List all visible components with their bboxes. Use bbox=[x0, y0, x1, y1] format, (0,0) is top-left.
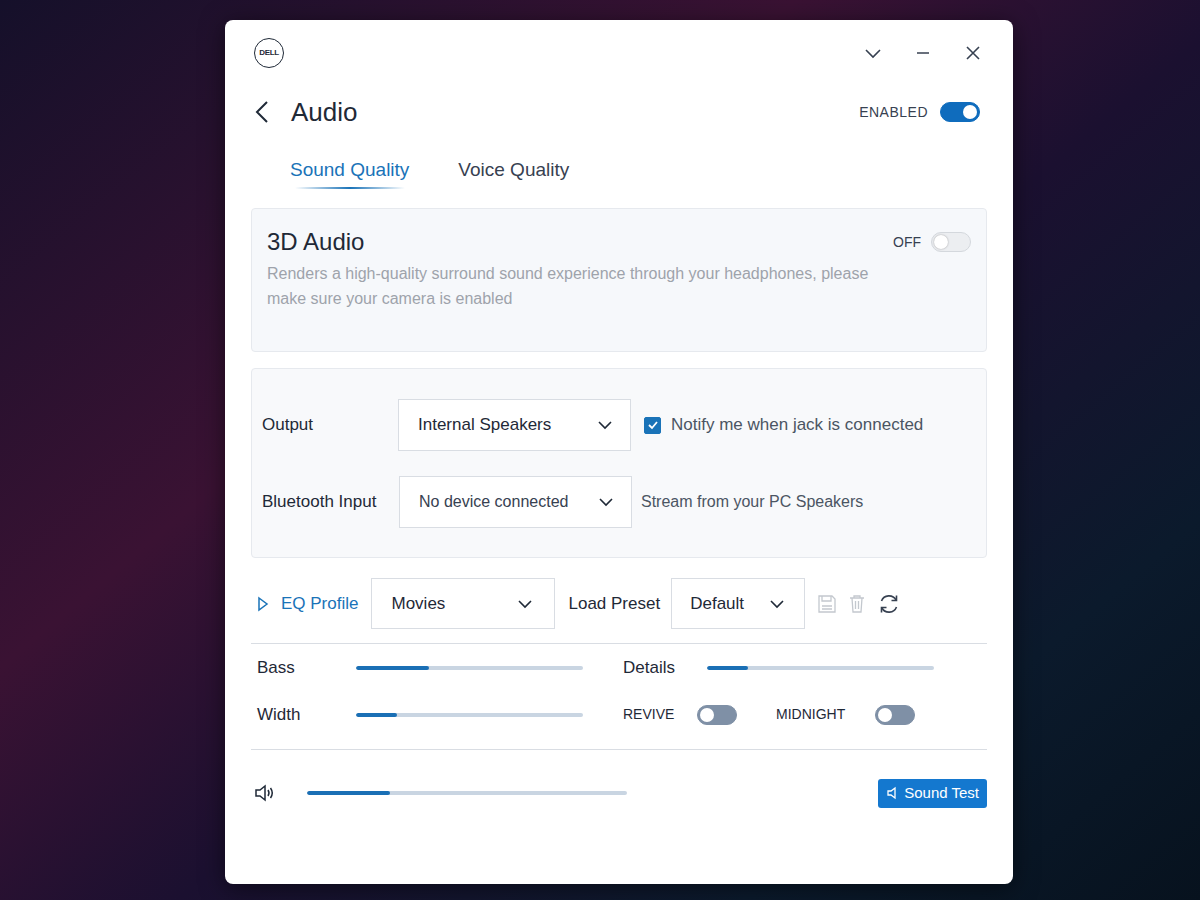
close-icon[interactable] bbox=[963, 43, 983, 63]
chevron-down-icon bbox=[596, 416, 614, 434]
slider-fill bbox=[356, 666, 429, 670]
audio-3d-card: 3D Audio Renders a high-quality surround… bbox=[251, 208, 987, 352]
output-label: Output bbox=[262, 412, 398, 438]
bluetooth-label: Bluetooth Input bbox=[262, 489, 399, 515]
width-slider[interactable] bbox=[356, 713, 583, 717]
toggle-row: REVIVE MIDNIGHT bbox=[623, 691, 987, 738]
eq-profile-dropdown[interactable]: Movies bbox=[371, 578, 555, 629]
chevron-down-icon bbox=[597, 493, 615, 511]
page-title: Audio bbox=[291, 93, 358, 132]
enabled-label: ENABLED bbox=[859, 102, 928, 123]
preset-dropdown[interactable]: Default bbox=[671, 578, 805, 629]
bluetooth-hint: Stream from your PC Speakers bbox=[641, 490, 863, 514]
bluetooth-row: Bluetooth Input No device connected Stre… bbox=[262, 476, 986, 528]
bluetooth-dropdown[interactable]: No device connected bbox=[399, 476, 632, 528]
audio-3d-description: Renders a high-quality surround sound ex… bbox=[267, 261, 887, 311]
notify-label: Notify me when jack is connected bbox=[671, 412, 923, 438]
sound-test-button[interactable]: Sound Test bbox=[878, 779, 987, 808]
details-slider[interactable] bbox=[707, 666, 934, 670]
check-icon bbox=[647, 419, 659, 431]
refresh-icon[interactable] bbox=[877, 592, 901, 616]
expand-triangle-icon[interactable] bbox=[257, 596, 269, 612]
dell-logo: DELL bbox=[254, 38, 284, 68]
volume-slider[interactable] bbox=[307, 791, 627, 795]
notify-checkbox[interactable] bbox=[644, 417, 661, 434]
eq-row: EQ Profile Movies Load Preset Default bbox=[251, 578, 987, 629]
header: Audio ENABLED bbox=[225, 92, 1013, 132]
chevron-down-icon bbox=[768, 595, 786, 613]
chevron-down-icon bbox=[516, 595, 534, 613]
slider-row: Details bbox=[623, 644, 987, 691]
audio-window: DELL Audio ENABLED Sound Quality Voice Q… bbox=[225, 20, 1013, 884]
load-preset-label: Load Preset bbox=[568, 591, 660, 617]
minimize-icon[interactable] bbox=[913, 43, 933, 63]
tab-bar: Sound Quality Voice Quality bbox=[225, 158, 1013, 189]
midnight-toggle[interactable] bbox=[875, 705, 915, 725]
midnight-label: MIDNIGHT bbox=[776, 704, 875, 725]
eq-profile-label[interactable]: EQ Profile bbox=[281, 591, 358, 617]
bass-slider[interactable] bbox=[356, 666, 583, 670]
collapse-icon[interactable] bbox=[863, 43, 883, 63]
audio-3d-toggle[interactable] bbox=[931, 232, 971, 252]
divider bbox=[251, 643, 987, 644]
tab[interactable]: Sound Quality bbox=[290, 158, 409, 189]
volume-fill bbox=[307, 791, 390, 795]
speaker-icon bbox=[253, 781, 277, 805]
revive-label: REVIVE bbox=[623, 704, 697, 725]
trash-icon[interactable] bbox=[848, 594, 866, 614]
tab[interactable]: Voice Quality bbox=[458, 158, 569, 189]
revive-toggle[interactable] bbox=[697, 705, 737, 725]
save-icon[interactable] bbox=[817, 594, 837, 614]
back-icon[interactable] bbox=[255, 100, 269, 124]
speaker-icon bbox=[886, 786, 900, 800]
title-bar: DELL bbox=[225, 20, 1013, 84]
slider-fill bbox=[707, 666, 748, 670]
slider-row: Bass bbox=[257, 644, 623, 691]
audio-3d-title: 3D Audio bbox=[267, 227, 893, 257]
audio-3d-state: OFF bbox=[893, 232, 921, 252]
volume-row: Sound Test bbox=[251, 750, 987, 836]
output-dropdown[interactable]: Internal Speakers bbox=[398, 399, 631, 451]
slider-row: Width bbox=[257, 691, 623, 738]
eq-controls: Bass Details Width REVIVE bbox=[251, 644, 987, 749]
output-row: Output Internal Speakers Notify me when … bbox=[262, 399, 986, 451]
enabled-toggle[interactable] bbox=[940, 102, 980, 122]
divider bbox=[251, 749, 987, 750]
slider-fill bbox=[356, 713, 397, 717]
output-card: Output Internal Speakers Notify me when … bbox=[251, 368, 987, 558]
